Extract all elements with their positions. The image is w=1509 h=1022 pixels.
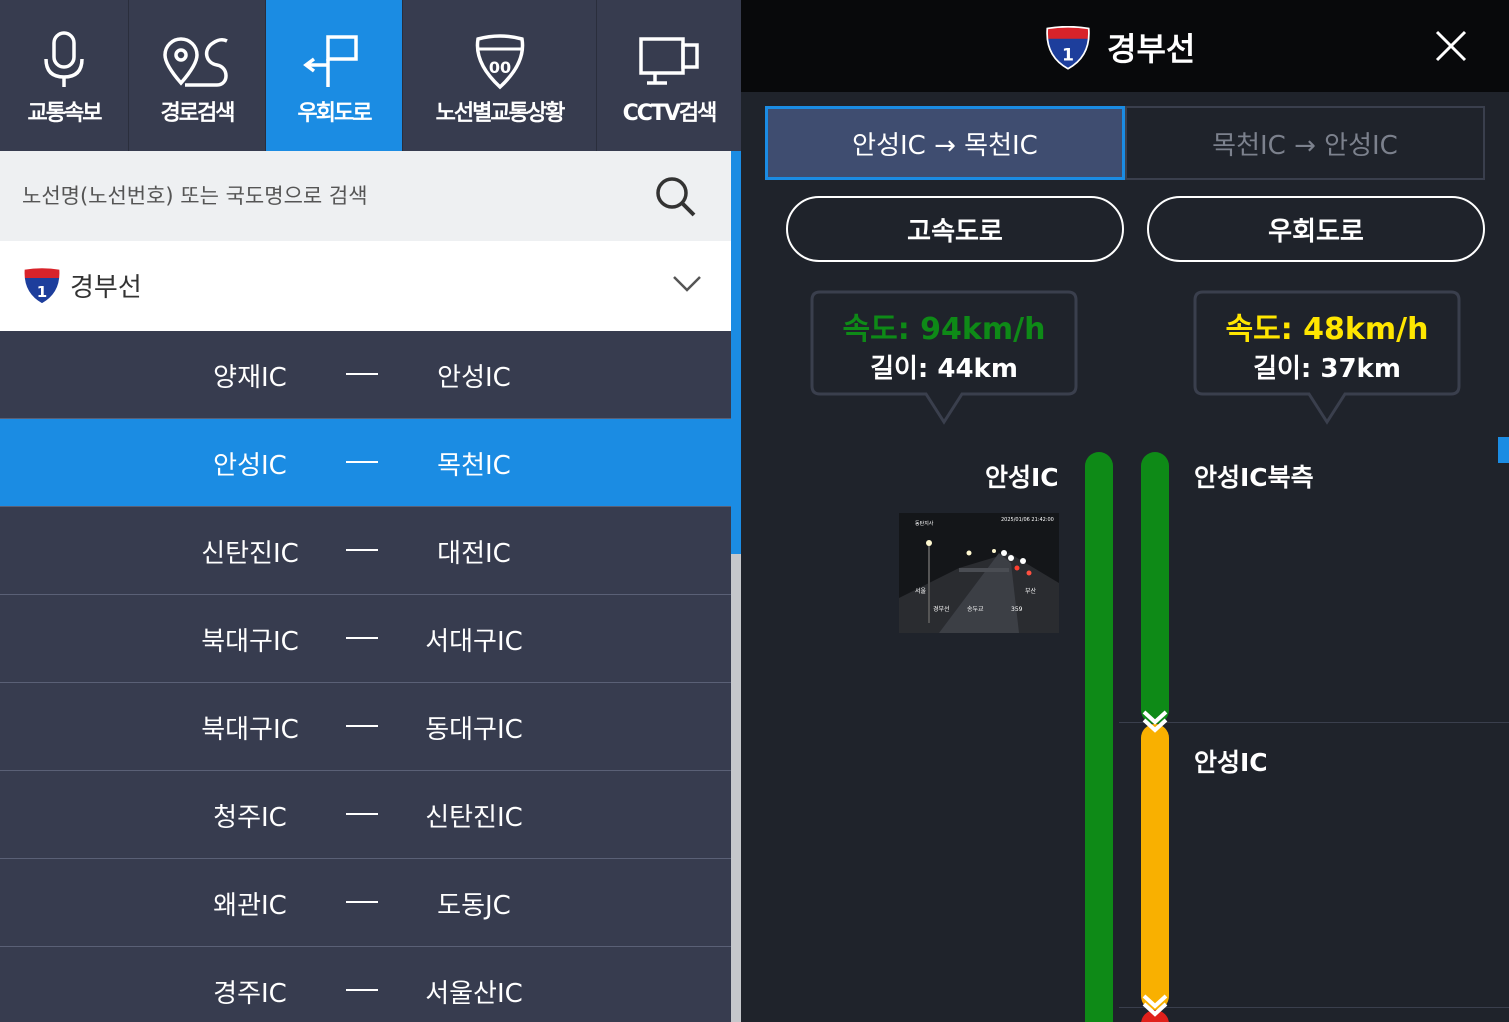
- top-nav: 교통속보 경로검색 우회도로 00 노선별교통상황 CCTV검색: [0, 0, 741, 151]
- segment-row[interactable]: 북대구IC 서대구IC: [0, 595, 731, 683]
- segment-arrow-icon: [1142, 994, 1168, 1017]
- highway-traffic-bar: [1085, 452, 1113, 1022]
- nav-label: 경로검색: [160, 100, 236, 126]
- search-input[interactable]: [22, 173, 642, 219]
- segment-to: 대전IC: [437, 539, 511, 569]
- svg-text:00: 00: [488, 58, 510, 77]
- nav-detour[interactable]: 우회도로: [266, 0, 403, 151]
- detour-sign-icon: [303, 34, 358, 87]
- left-panel: 교통속보 경로검색 우회도로 00 노선별교통상황 CCTV검색 노선명(노선번…: [0, 0, 741, 1022]
- search-bar: [0, 151, 731, 241]
- nav-label: CCTV검색: [622, 100, 718, 126]
- highway-button[interactable]: 고속도로: [786, 196, 1124, 262]
- segment-to: 신탄진IC: [425, 803, 523, 833]
- segment-arrow-icon: [1142, 710, 1168, 733]
- segment-to: 동대구IC: [425, 715, 523, 745]
- nav-label: 우회도로: [297, 100, 373, 126]
- detail-panel: 1 경부선 안성IC → 목천IC 목천IC → 안성IC 고속도로 우회도로 …: [741, 0, 1509, 1022]
- segment-row[interactable]: 왜관IC 도동JC: [0, 859, 731, 947]
- route-selector[interactable]: 1 경부선: [0, 241, 731, 331]
- segment-from: 경주IC: [213, 979, 287, 1009]
- segment-row[interactable]: 경주IC 서울산IC: [0, 947, 731, 1022]
- detour-traffic-bar-green: [1141, 452, 1169, 724]
- route-shield-icon: 1: [1046, 26, 1090, 70]
- segment-row-selected[interactable]: 안성IC 목천IC: [0, 419, 731, 507]
- cctv-road-image: 동탄지사 2025/01/06 21:42:00 서울 부산 경부선 송두교 3…: [899, 513, 1059, 633]
- route-shield-icon: 1: [23, 267, 61, 305]
- segment-from: 왜관IC: [213, 891, 287, 921]
- chevron-down-icon[interactable]: [672, 273, 702, 295]
- segment-row[interactable]: 청주IC 신탄진IC: [0, 771, 731, 859]
- search-icon[interactable]: [652, 173, 700, 221]
- detour-traffic-bar-orange: [1141, 724, 1169, 1010]
- detour-speed: 속도: 48km/h: [1225, 312, 1429, 347]
- highway-ic-label: 안성IC: [985, 463, 1059, 492]
- detour-info-bubble: 속도: 48km/h 길이: 37km: [1193, 290, 1461, 426]
- cctv-sign-left: 서울: [915, 587, 927, 595]
- monitor-icon: [639, 36, 699, 85]
- segment-row[interactable]: 양재IC 안성IC: [0, 331, 731, 419]
- segment-row[interactable]: 북대구IC 동대구IC: [0, 683, 731, 771]
- detail-header: 1 경부선: [741, 0, 1509, 92]
- segment-to: 서울산IC: [425, 979, 523, 1009]
- close-icon[interactable]: [1433, 28, 1469, 64]
- nav-label: 노선별교통상황: [435, 100, 566, 126]
- section-divider: [1119, 1007, 1509, 1008]
- cctv-road-name: 경부선: [933, 605, 950, 613]
- detour-button[interactable]: 우회도로: [1147, 196, 1485, 262]
- highway-info-bubble: 속도: 94km/h 길이: 44km: [810, 290, 1078, 426]
- microphone-icon: [44, 30, 84, 87]
- cctv-bridge: 송두교: [967, 605, 984, 613]
- route-pin-icon: [163, 36, 228, 87]
- highway-shield-icon: 00: [475, 33, 524, 89]
- highway-length: 길이: 44km: [870, 354, 1018, 384]
- detour-ic-label: 안성IC: [1194, 748, 1268, 777]
- segment-from: 안성IC: [213, 451, 287, 481]
- segment-to: 서대구IC: [425, 627, 523, 657]
- segment-from: 신탄진IC: [201, 539, 299, 569]
- detail-title: 경부선: [1107, 30, 1196, 68]
- segment-list: 양재IC 안성IC 안성IC 목천IC 신탄진IC 대전IC 북대구IC 서대구…: [0, 331, 731, 1022]
- nav-label: 교통속보: [27, 100, 103, 126]
- cctv-timestamp: 2025/01/06 21:42:00: [1001, 517, 1054, 523]
- cctv-sign-right: 부산: [1025, 587, 1037, 595]
- nav-cctv[interactable]: CCTV검색: [597, 0, 741, 151]
- segment-to: 목천IC: [437, 451, 511, 481]
- highway-speed: 속도: 94km/h: [842, 312, 1046, 347]
- segment-to: 도동JC: [437, 891, 511, 921]
- nav-route-traffic[interactable]: 00 노선별교통상황: [403, 0, 597, 151]
- scrollbar-thumb[interactable]: [731, 151, 741, 554]
- nav-route-search[interactable]: 경로검색: [129, 0, 266, 151]
- direction-tab-reverse[interactable]: 목천IC → 안성IC: [1125, 106, 1485, 180]
- detour-ic-label: 안성IC북측: [1194, 463, 1314, 492]
- detour-length: 길이: 37km: [1253, 354, 1401, 384]
- route-shield-number: 1: [37, 283, 47, 301]
- cctv-number: 359: [1011, 606, 1023, 613]
- segment-from: 양재IC: [213, 363, 287, 393]
- route-name: 경부선: [70, 273, 142, 303]
- segment-from: 청주IC: [213, 803, 287, 833]
- edge-indicator: [1498, 437, 1509, 463]
- segment-row[interactable]: 신탄진IC 대전IC: [0, 507, 731, 595]
- detail-shield-number: 1: [1062, 46, 1074, 66]
- direction-tabs: 안성IC → 목천IC 목천IC → 안성IC: [765, 106, 1485, 180]
- cctv-location: 동탄지사: [915, 520, 934, 527]
- direction-tab-forward[interactable]: 안성IC → 목천IC: [765, 106, 1125, 180]
- segment-from: 북대구IC: [201, 715, 299, 745]
- nav-traffic-news[interactable]: 교통속보: [0, 0, 129, 151]
- segment-to: 안성IC: [437, 363, 511, 393]
- cctv-thumbnail[interactable]: 동탄지사 2025/01/06 21:42:00 서울 부산 경부선 송두교 3…: [899, 513, 1059, 633]
- segment-from: 북대구IC: [201, 627, 299, 657]
- section-divider: [1119, 722, 1509, 723]
